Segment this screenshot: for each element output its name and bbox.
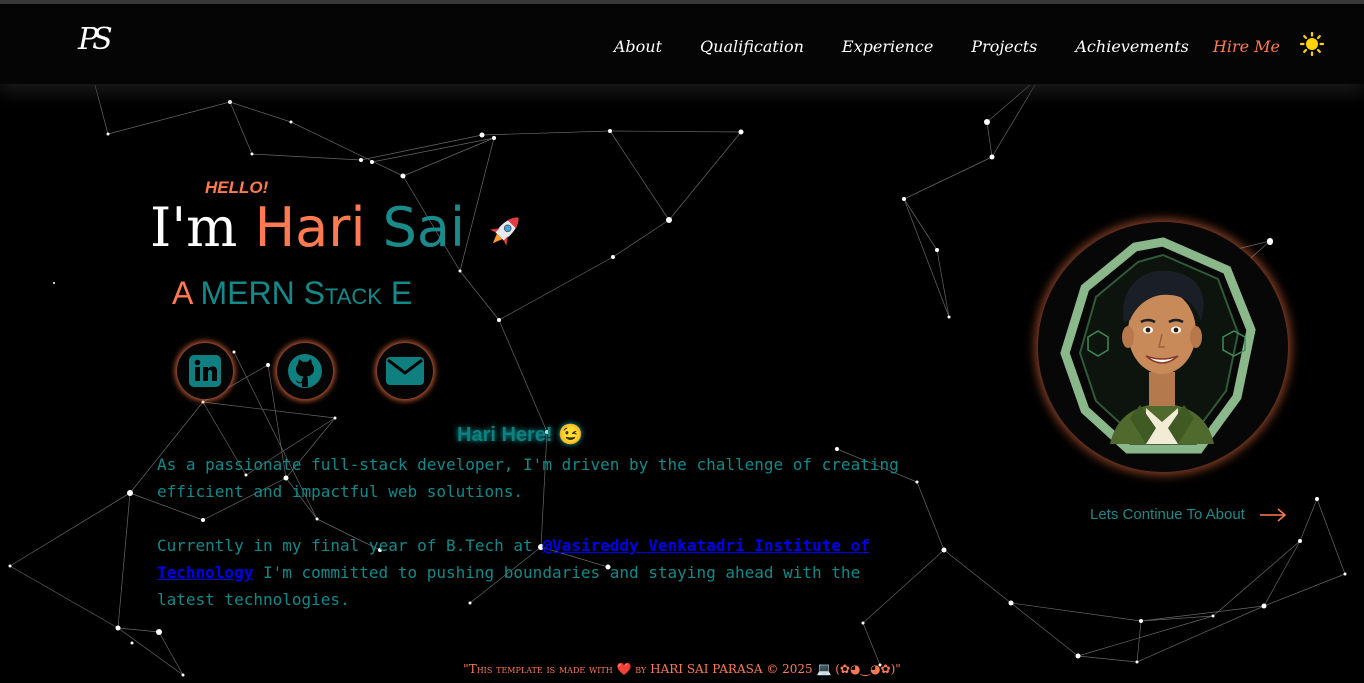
intro-p2-post: I'm committed to pushing boundaries and … [157, 563, 861, 609]
top-navbar: PS About Qualification Experience Projec… [0, 4, 1364, 84]
footer-credit: "This template is made with ❤️ by HARI S… [463, 662, 901, 676]
nav-link-about[interactable]: About [614, 37, 662, 56]
continue-label: Lets Continue To About [1090, 506, 1245, 523]
role-typed-text: MERN Stack E [200, 275, 413, 311]
nav-link-projects[interactable]: Projects [971, 37, 1037, 56]
nav-link-achievements[interactable]: Achievements [1075, 37, 1189, 56]
nav-link-experience[interactable]: Experience [842, 37, 933, 56]
intro-paragraph-1: As a passionate full-stack developer, I'… [157, 455, 899, 501]
email-button[interactable] [377, 343, 433, 399]
hero-title: I'm Hari Sai [150, 196, 528, 260]
intro-text: As a passionate full-stack developer, I'… [157, 451, 917, 640]
hero-last-name: Sai [382, 196, 466, 259]
role-prefix: A [172, 275, 192, 311]
intro-p2-pre: Currently in my final year of B.Tech at [157, 536, 543, 555]
nav-link-hire-me[interactable]: Hire Me [1213, 37, 1280, 56]
linkedin-icon [189, 355, 221, 387]
hero-role: A MERN Stack E [172, 275, 412, 312]
github-button[interactable] [277, 343, 333, 399]
nav-link-qualification[interactable]: Qualification [700, 37, 804, 56]
nav-links: About Qualification Experience Projects … [576, 34, 1280, 58]
continue-to-about-link[interactable]: Lets Continue To About [1090, 506, 1287, 523]
mail-icon [386, 357, 424, 385]
linkedin-button[interactable] [177, 343, 233, 399]
hero-first-name: Hari [254, 196, 366, 259]
arrow-right-icon [1259, 507, 1286, 522]
github-icon [288, 354, 322, 388]
sun-icon[interactable] [1300, 32, 1324, 56]
greeting-heading: Hari Here! 😉 [457, 424, 584, 446]
avatar [1060, 237, 1273, 454]
hero-im: I'm [150, 196, 238, 259]
hello-tag: HELLO! [205, 178, 269, 197]
rocket-icon [490, 217, 519, 247]
site-logo[interactable]: PS [78, 22, 118, 66]
avatar-frame [1038, 222, 1288, 472]
intro-paragraph-2: Currently in my final year of B.Tech at … [157, 532, 917, 613]
